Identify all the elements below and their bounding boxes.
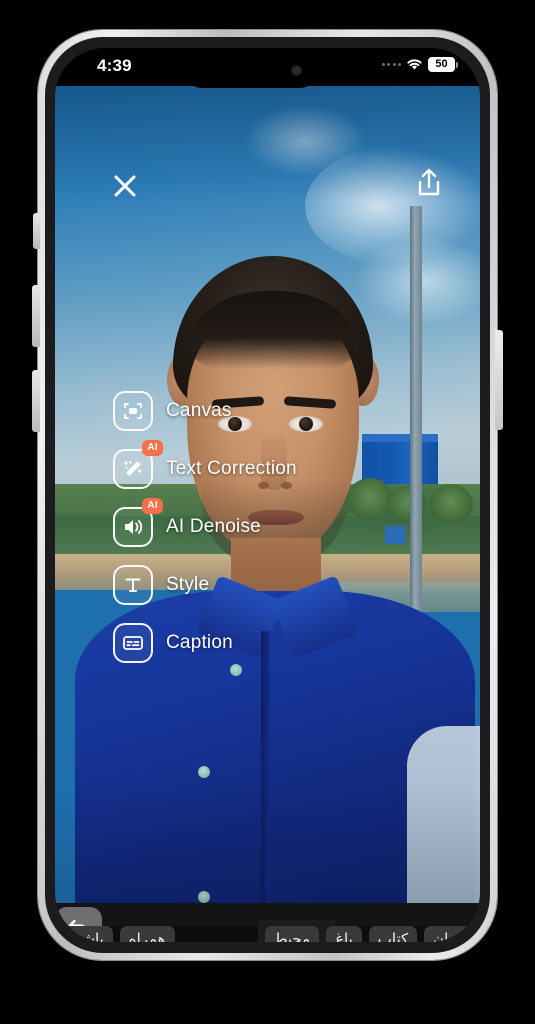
tool-label: Caption: [166, 632, 233, 653]
tool-label: Style: [166, 574, 210, 595]
tool-label: Text Correction: [166, 458, 297, 479]
keyboard-suggestion-strip: تهران کتاب باغ محیط همراه باشید: [55, 926, 480, 942]
text-style-icon: [113, 565, 153, 605]
tool-item-style[interactable]: Style: [113, 562, 297, 608]
caption-icon: [113, 623, 153, 663]
phone-screen: 4:39 50 Canvas AI Text Correction AI AI …: [55, 48, 480, 942]
suggestion-chip[interactable]: محیط: [264, 926, 320, 942]
close-icon: [114, 175, 136, 197]
ai-badge: AI: [142, 440, 163, 456]
tool-icon-wrap: [113, 565, 153, 605]
tool-icon-wrap: [113, 623, 153, 663]
silent-switch-button[interactable]: [33, 213, 40, 249]
tool-item-caption[interactable]: Caption: [113, 620, 297, 666]
share-button[interactable]: [408, 160, 450, 206]
suggestion-chip[interactable]: باغ: [326, 926, 362, 942]
tool-icon-wrap: [113, 391, 153, 431]
tool-menu: Canvas AI Text Correction AI AI Denoise …: [113, 388, 297, 666]
suggestion-chip[interactable]: تهران: [424, 926, 477, 942]
screenshot-stage: 4:39 50 Canvas AI Text Correction AI AI …: [0, 0, 535, 1024]
status-time: 4:39: [97, 56, 132, 75]
volume-down-button[interactable]: [32, 370, 40, 432]
tool-item-canvas[interactable]: Canvas: [113, 388, 297, 434]
tool-icon-wrap: AI: [113, 498, 163, 547]
tool-icon-wrap: AI: [113, 440, 163, 489]
suggestion-group-left: همراه باشید: [61, 926, 175, 942]
suggestion-chip[interactable]: باشید: [61, 926, 113, 942]
power-button[interactable]: [495, 330, 503, 430]
battery-icon: 50: [428, 57, 455, 72]
battery-level-label: 50: [435, 58, 448, 70]
suggestion-chip[interactable]: همراه: [119, 926, 175, 942]
suggestion-chip[interactable]: کتاب: [368, 926, 418, 942]
battery-cap: [456, 61, 458, 68]
wifi-icon: [406, 58, 423, 71]
close-button[interactable]: [105, 166, 145, 206]
dynamic-island: [184, 52, 318, 88]
status-indicators: 50: [381, 57, 458, 72]
tool-label: Canvas: [166, 400, 232, 421]
tool-item-ai-denoise[interactable]: AI AI Denoise: [113, 498, 297, 550]
canvas-crop-icon: [113, 391, 153, 431]
volume-up-button[interactable]: [32, 285, 40, 347]
suggestion-group-right: تهران کتاب باغ محیط: [264, 926, 477, 942]
signal-dots-icon: [381, 63, 401, 66]
tool-label: AI Denoise: [166, 516, 261, 537]
ai-badge: AI: [142, 498, 163, 514]
tool-item-text-correction[interactable]: AI Text Correction: [113, 440, 297, 492]
front-camera-icon: [291, 65, 302, 76]
share-icon: [418, 168, 440, 196]
status-bar: 4:39 50: [55, 48, 480, 88]
